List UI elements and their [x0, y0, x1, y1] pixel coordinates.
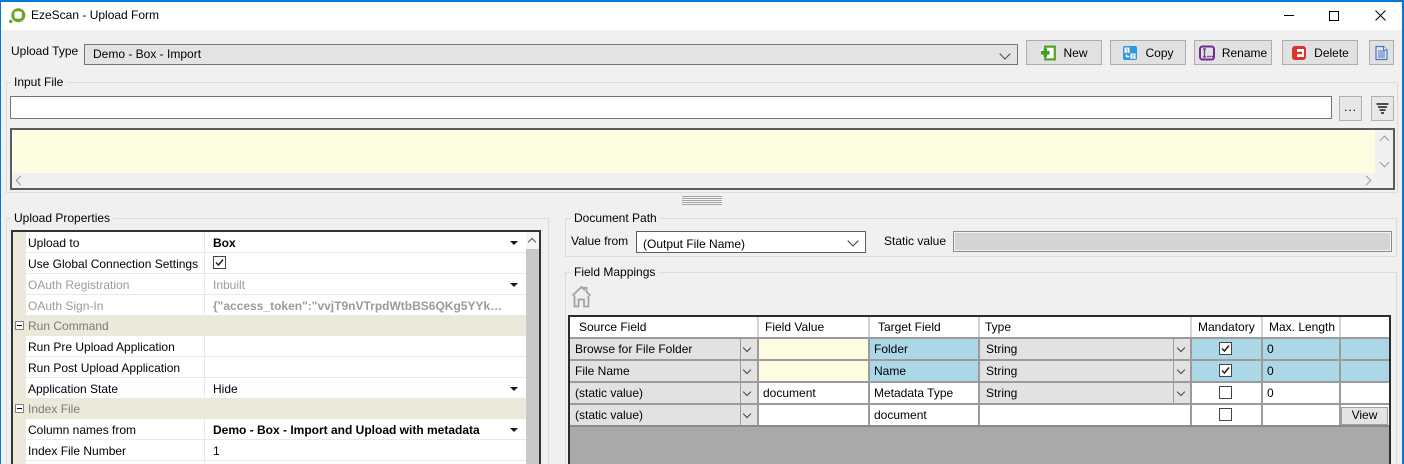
svg-text:1: 1 — [1126, 48, 1129, 54]
svg-text:2: 2 — [1132, 54, 1135, 60]
